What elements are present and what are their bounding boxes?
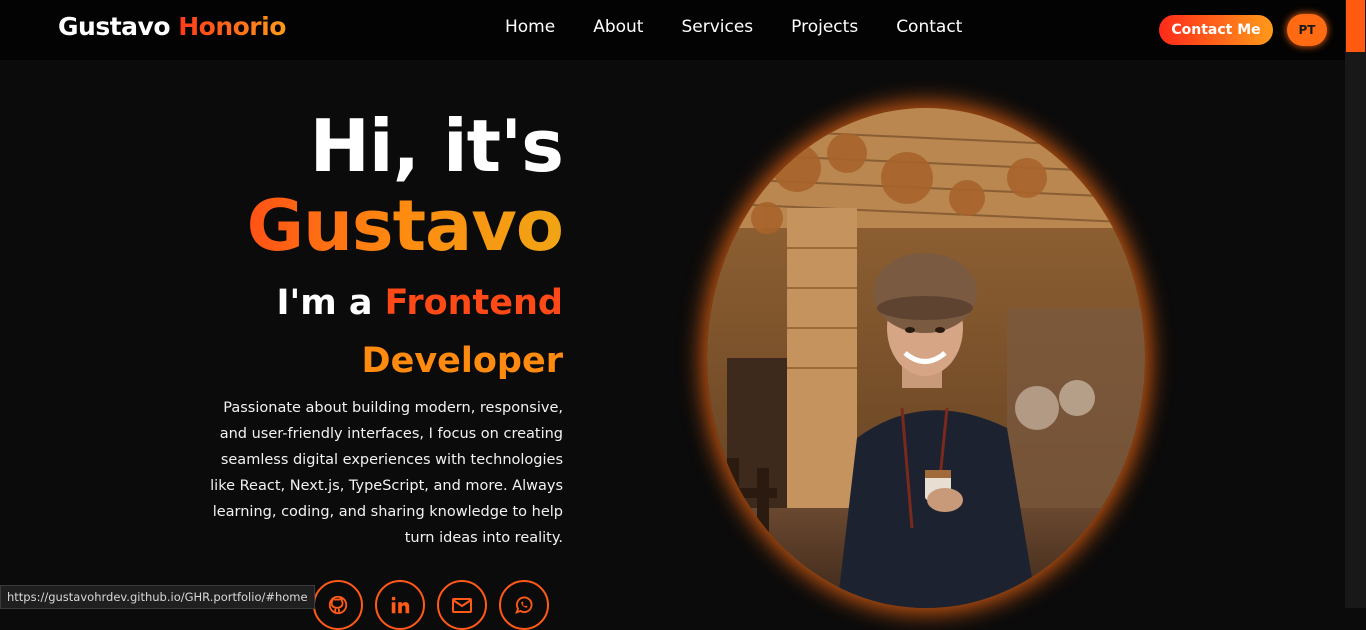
nav-link-about[interactable]: About [593, 17, 643, 37]
scrollbar-thumb[interactable] [1346, 0, 1365, 52]
linkedin-icon[interactable] [375, 580, 425, 630]
whatsapp-icon[interactable] [499, 580, 549, 630]
hero-text: Hi, it's Gustavo I'm a Frontend Develope… [143, 104, 564, 390]
language-toggle-button[interactable]: PT [1287, 14, 1327, 46]
logo[interactable]: Gustavo Honorio [58, 12, 286, 41]
mail-icon[interactable] [437, 580, 487, 630]
hero-role: I'm a Frontend Developer [143, 274, 563, 390]
hero-description: Passionate about building modern, respon… [210, 400, 563, 546]
role-prefix: I'm a [276, 283, 373, 323]
hero-name: Gustavo [143, 186, 564, 266]
main-nav: Home About Services Projects Contact [505, 17, 1000, 37]
hero-greeting: Hi, it's [309, 104, 564, 188]
social-links [313, 580, 549, 630]
profile-photo [707, 108, 1145, 608]
logo-first-name: Gustavo [58, 12, 171, 41]
github-icon[interactable] [313, 580, 363, 630]
status-bar-url: https://gustavohrdev.github.io/GHR.portf… [0, 585, 315, 609]
navbar: Gustavo Honorio Home About Services Proj… [0, 0, 1345, 60]
nav-link-projects[interactable]: Projects [791, 17, 858, 37]
contact-me-button[interactable]: Contact Me [1159, 15, 1273, 45]
nav-link-home[interactable]: Home [505, 17, 555, 37]
nav-link-services[interactable]: Services [681, 17, 753, 37]
scrollbar-track[interactable] [1345, 0, 1366, 608]
role-highlight: Frontend [384, 283, 563, 323]
role-highlight-2: Developer [361, 341, 563, 381]
logo-last-name: Honorio [178, 12, 286, 41]
nav-link-contact[interactable]: Contact [896, 17, 962, 37]
